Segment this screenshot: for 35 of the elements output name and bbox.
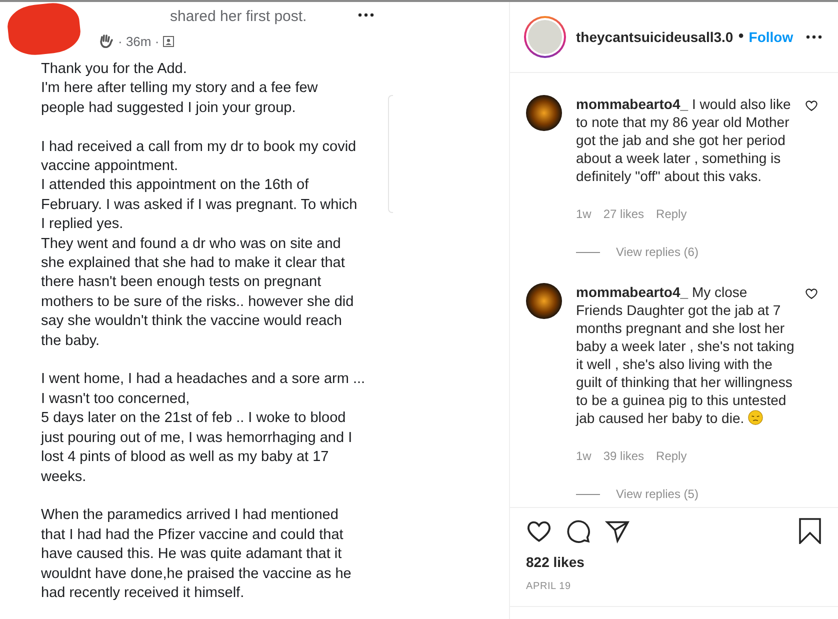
comment-text: mommabearto4_ I would also like to note that my 86 year old Mother got the jab and she got her period about a week later , something is definitely "off" about this vaks.: [576, 95, 792, 185]
follow-link[interactable]: Follow: [748, 26, 794, 48]
comment-icon[interactable]: [566, 518, 591, 544]
heart-icon[interactable]: [805, 99, 818, 112]
post-paragraph: Thank you for the Add. I'm here after telling my story and a fee few people had suggested I join your group.: [41, 60, 319, 118]
post-paragraph: When the paramedics arrived I had mentioned that I had had the Pfizer vaccine and could that have caused this. He was quite adamant that it wouldnt have done,he praised the vaccine as he had recently received it himself.: [41, 506, 352, 603]
likes-total[interactable]: 822 likes: [526, 552, 822, 573]
comment-time: 1w: [576, 448, 592, 465]
more-options-icon[interactable]: [806, 35, 822, 39]
profile-avatar[interactable]: [524, 16, 566, 58]
bookmark-icon[interactable]: [798, 518, 822, 544]
reply-link[interactable]: Reply: [656, 447, 687, 465]
view-replies-link[interactable]: View replies (5): [616, 485, 698, 503]
avatar[interactable]: [526, 283, 562, 319]
comment-text: mommabearto4_ My close Friends Daughter got the jab at 7 months pregnant and she lost her baby a week later , she's not taking it well , she's also living with the guilt of thinking that her willingness to be a guinea pig to this untested jab caused her baby to die.: [576, 283, 796, 427]
avatar[interactable]: [526, 95, 562, 131]
username-link[interactable]: mommabearto4_: [576, 284, 688, 300]
post-date: APRIL 19: [526, 580, 572, 594]
post-time: · 36m ·: [118, 32, 160, 50]
post-paragraph: I had received a call from my dr to book my covid vaccine appointment. I attended this appointment on the 16th of February. I was asked if I was pregnant. To which I replied yes. They went and found a dr who was on site and she explained that she had to make it clear that there hasn't been enough tests on pregnant mothers to be sure of the risks.. however she did say she wouldn't think the vaccine would reach the baby.: [41, 138, 358, 351]
more-options-icon[interactable]: [358, 13, 374, 17]
post-paragraph: I went home, I had a headaches and a sore arm ... I wasn't too concerned, 5 days later on the 21st of feb .. I woke to blood just pouring out of me, I was hemorrhaging and I lost 4 pints of blood as well as my baby at 17 weeks.: [41, 370, 366, 486]
group-icon: [163, 36, 174, 47]
username-link[interactable]: mommabearto4_: [576, 96, 688, 112]
post-header-text: shared her first post.: [169, 7, 307, 27]
likes-count[interactable]: 39 likes: [603, 447, 644, 465]
send-icon[interactable]: [605, 518, 630, 544]
separator-dot: •: [738, 27, 744, 47]
account-username[interactable]: theycantsuicideusall3.0: [576, 26, 734, 48]
likes-count[interactable]: 27 likes: [603, 205, 644, 223]
comment-time: 1w: [576, 206, 592, 223]
reply-link[interactable]: Reply: [656, 205, 687, 223]
view-replies-link[interactable]: View replies (6): [616, 243, 698, 261]
heart-icon[interactable]: [805, 287, 818, 300]
waving-hand-icon: [98, 33, 114, 50]
